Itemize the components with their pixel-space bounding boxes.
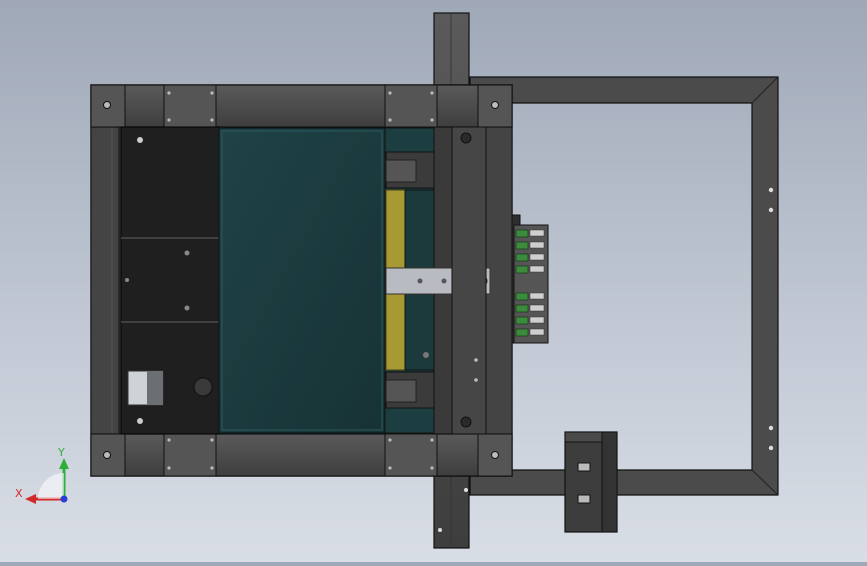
orientation-triad: Y X <box>15 446 69 504</box>
left-black-enclosure <box>120 126 220 435</box>
bolt-icon <box>464 488 468 492</box>
x-axis-label: X <box>15 487 23 500</box>
bolt-icon <box>768 187 774 193</box>
drive-unit-box <box>564 431 618 533</box>
bolt-icon <box>491 451 499 459</box>
bolt-icon <box>768 207 774 213</box>
bolt-icon <box>768 425 774 431</box>
bolt-icon <box>137 137 143 143</box>
central-teal-panel <box>218 127 386 434</box>
assembly-drawing: Y X <box>15 12 779 549</box>
cad-viewport[interactable]: Y X <box>0 0 867 562</box>
bolt-icon <box>137 418 143 424</box>
right-side-bracket <box>451 126 487 435</box>
bolt-icon <box>491 101 499 109</box>
bolt-icon <box>768 445 774 451</box>
bolt-icon <box>103 451 111 459</box>
z-axis-dot <box>60 495 68 503</box>
y-axis-label: Y <box>57 446 65 459</box>
bolt-icon <box>438 528 442 532</box>
bolt-icon <box>103 101 111 109</box>
connector-terminal-block <box>511 214 549 344</box>
connector-icon <box>515 229 529 238</box>
